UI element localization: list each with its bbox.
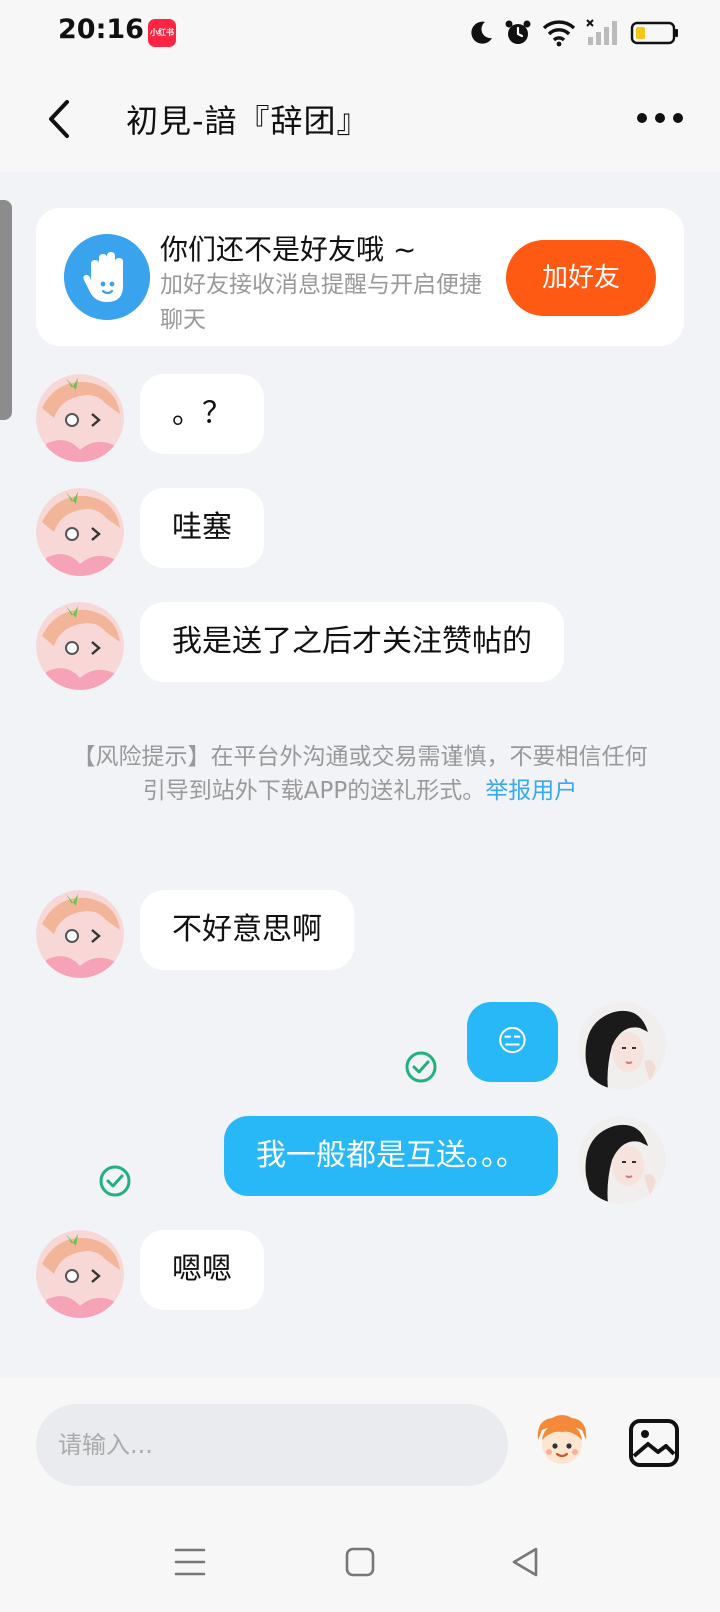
message-bubble[interactable]: 😑 xyxy=(466,1002,558,1082)
moon-icon xyxy=(471,21,492,44)
image-icon[interactable] xyxy=(628,1418,680,1468)
avatar[interactable] xyxy=(578,1116,666,1204)
system-nav-bar xyxy=(0,1512,720,1612)
avatar[interactable] xyxy=(36,602,124,690)
avatar[interactable] xyxy=(578,1002,666,1090)
report-user-link[interactable]: 举报用户 xyxy=(485,778,577,804)
message-bubble[interactable]: 我是送了之后才关注赞帖的 xyxy=(140,602,564,682)
battery-icon xyxy=(630,21,678,45)
friend-request-card: 你们还不是好友哦 ~ 加好友接收消息提醒与开启便捷聊天 加好友 xyxy=(36,208,684,346)
message-bubble[interactable]: 嗯嗯 xyxy=(140,1230,264,1310)
status-time: 20:16 xyxy=(58,14,144,45)
waving-hand-icon xyxy=(64,234,150,320)
message-bubble[interactable]: 不好意思啊 xyxy=(140,890,354,970)
scroll-handle[interactable] xyxy=(0,200,12,420)
avatar[interactable] xyxy=(36,488,124,576)
more-dots-icon[interactable] xyxy=(634,104,686,132)
message-bubble[interactable]: 。？ xyxy=(140,374,264,454)
add-friend-button[interactable]: 加好友 xyxy=(506,240,656,316)
check-circle-icon xyxy=(99,1165,131,1197)
chat-area[interactable]: 你们还不是好友哦 ~ 加好友接收消息提醒与开启便捷聊天 加好友 。？ 哇塞 我是… xyxy=(0,172,720,1378)
avatar[interactable] xyxy=(36,374,124,462)
risk-notice: 【风险提示】在平台外沟通或交易需谨慎，不要相信任何引导到站外下载APP的送礼形式… xyxy=(72,740,648,808)
avatar[interactable] xyxy=(36,1230,124,1318)
check-circle-icon xyxy=(405,1051,437,1083)
card-subtitle: 加好友接收消息提醒与开启便捷聊天 xyxy=(160,272,482,333)
message-input[interactable] xyxy=(36,1404,508,1486)
avatar[interactable] xyxy=(36,890,124,978)
back-arrow-icon[interactable] xyxy=(40,96,80,142)
wifi-icon xyxy=(542,20,576,47)
app-notification-icon: 小红书 xyxy=(148,19,176,47)
card-title: 你们还不是好友哦 ~ xyxy=(160,233,417,266)
message-bubble[interactable]: 哇塞 xyxy=(140,488,264,568)
message-bubble[interactable]: 我一般都是互送。。。 xyxy=(224,1116,558,1196)
page-title: 初見-諳『辞团』 xyxy=(126,102,370,140)
input-bar xyxy=(0,1378,720,1512)
status-bar: 20:16 小红书 xyxy=(0,0,720,66)
back-nav-icon[interactable] xyxy=(506,1544,546,1580)
home-icon[interactable] xyxy=(340,1544,380,1580)
signal-icon xyxy=(586,19,617,45)
menu-icon[interactable] xyxy=(170,1544,210,1580)
emoji-face-icon[interactable] xyxy=(532,1410,592,1470)
alarm-icon xyxy=(505,20,531,44)
chat-header: 初見-諳『辞团』 xyxy=(0,66,720,172)
status-icons xyxy=(468,16,680,50)
